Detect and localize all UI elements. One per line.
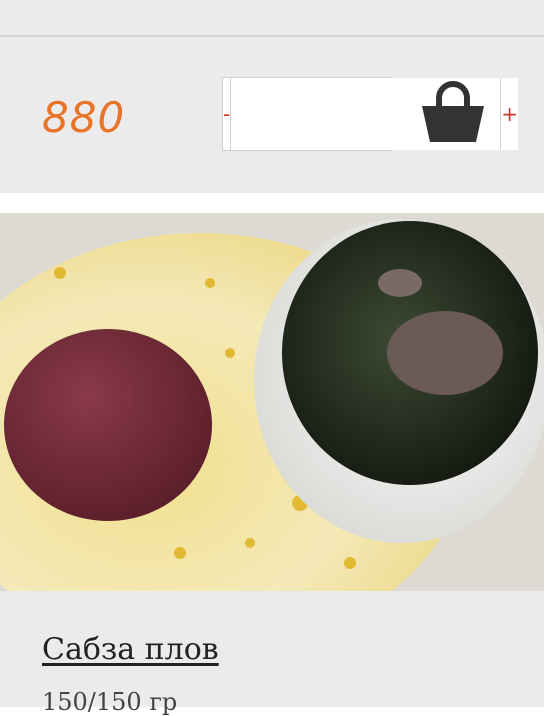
- shopping-bag-icon: [422, 81, 484, 142]
- add-to-cart-button[interactable]: [418, 78, 488, 146]
- decrease-quantity-button[interactable]: -: [223, 78, 232, 150]
- quantity-stepper: - +: [222, 77, 518, 151]
- product-title-link[interactable]: Сабза плов: [42, 632, 219, 667]
- divider: [0, 35, 544, 37]
- product-image[interactable]: [0, 213, 544, 591]
- product-card-top: 880 - +: [0, 0, 544, 193]
- product-weight: 150/150 гр: [42, 688, 178, 716]
- increase-quantity-button[interactable]: +: [500, 78, 518, 150]
- food-photo: [0, 213, 544, 591]
- product-price: 880: [42, 93, 126, 142]
